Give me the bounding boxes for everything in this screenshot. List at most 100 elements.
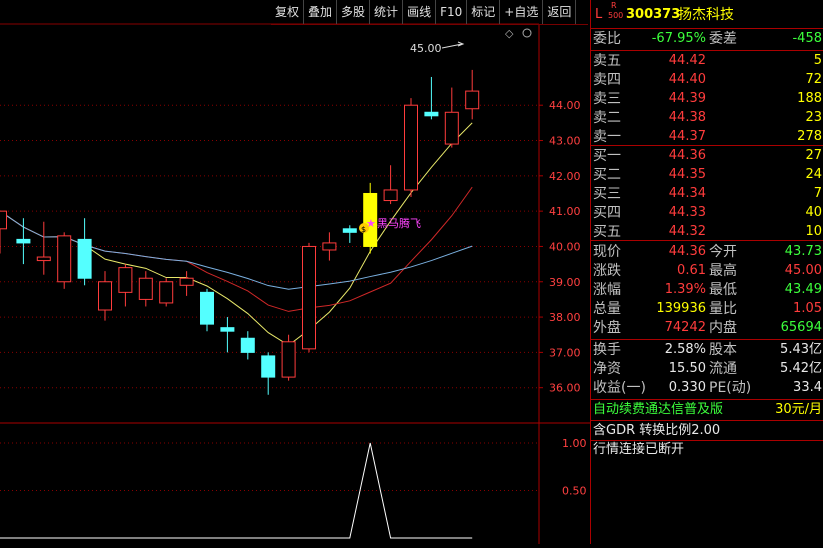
bid-row[interactable]: 买三 44.34 7 [591,185,823,203]
candle[interactable] [159,281,174,304]
bid-price: 44.36 [668,148,706,163]
status-row: 行情连接已断开 [591,441,823,459]
candle[interactable] [57,235,72,283]
stat-row: 涨幅 1.39% 最低 43.49 [591,281,823,299]
y-tick-label: 42.00 [549,170,581,183]
y-tick-label: 39.00 [549,276,581,289]
diamond-icon[interactable]: ◇ [505,27,514,40]
candle[interactable] [342,228,357,233]
bid-price: 44.35 [668,167,706,182]
mark-button[interactable]: 标记 [467,0,501,24]
candle[interactable] [322,242,337,251]
stat-value: 65694 [780,320,822,335]
candle[interactable] [424,111,439,117]
candle[interactable] [16,238,31,244]
y-tick-label: 38.00 [549,311,581,324]
stat-label: 涨幅 [593,282,621,298]
multi-stock-button[interactable]: 多股 [337,0,371,24]
overlay-button[interactable]: 叠加 [304,0,338,24]
bid-label: 买三 [593,186,621,202]
stock-header: L R 500 300373 扬杰科技 [591,1,823,27]
ask-volume: 5 [813,53,822,68]
ask-row[interactable]: 卖二 44.38 23 [591,109,823,127]
stock-name: 扬杰科技 [678,7,734,23]
candle[interactable] [261,355,276,378]
stat-value: 74242 [664,320,706,335]
f10-button[interactable]: F10 [436,0,468,24]
bid-row[interactable]: 买五 44.32 10 [591,223,823,241]
ask-label: 卖四 [593,72,621,88]
ask-volume: 188 [797,91,822,106]
ad-price[interactable]: 30元/月 [775,401,822,419]
ask-price: 44.38 [668,110,706,125]
candle[interactable] [118,267,133,293]
fin-value: 33.4 [793,380,822,395]
candle[interactable] [36,256,51,262]
sub-y-tick-label: 1.00 [562,437,587,450]
bid-row[interactable]: 买二 44.35 24 [591,166,823,184]
candle[interactable] [240,337,255,353]
weicha-value: -458 [792,31,822,46]
draw-line-button[interactable]: 画线 [403,0,437,24]
stat-value: 0.61 [677,263,706,278]
candle[interactable] [444,111,459,145]
connection-status: 行情连接已断开 [593,442,685,457]
chart-area[interactable]: 44.00 43.00 42.00 41.00 40.00 39.00 38.00 37.00… [0,0,590,544]
candle[interactable] [281,341,296,378]
stat-value: 44.36 [668,244,706,259]
stat-row: 外盘 74242 内盘 65694 [591,319,823,337]
ma5-line [0,122,473,346]
candle[interactable] [404,104,418,191]
y-tick-label: 40.00 [549,240,581,253]
stat-value: 1.39% [664,282,706,297]
fin-label: 股本 [709,342,737,358]
stat-row: 总量 139936 量比 1.05 [591,300,823,318]
ask-row[interactable]: 卖三 44.39 188 [591,90,823,108]
candle[interactable] [138,277,153,300]
candle[interactable] [0,210,7,230]
candle[interactable] [179,277,194,286]
ad-text[interactable]: 自动续费通达信普及版 [593,401,723,419]
fin-value: 15.50 [668,361,706,376]
bid-row[interactable]: 买一 44.36 27 [591,147,823,165]
stat-value: 43.49 [784,282,822,297]
quote-panel: L R 500 300373 扬杰科技 委比 -67.95% 委差 -458 卖… [590,0,823,544]
add-watchlist-button[interactable]: +自选 [500,0,544,24]
ask-price: 44.40 [668,72,706,87]
candle[interactable] [302,245,316,350]
gdr-text: 含GDR 转换比例2.00 [593,423,721,438]
ask-row[interactable]: 卖五 44.42 5 [591,52,823,70]
fin-label: 收益(一) [593,380,646,396]
ask-price: 44.37 [668,129,706,144]
stat-label: 现价 [593,244,621,260]
stat-value: 1.05 [793,301,822,316]
candle[interactable] [465,90,480,110]
fin-label: PE(动) [709,380,752,396]
ask-label: 卖三 [593,91,621,107]
candle[interactable] [220,327,235,332]
stat-label: 总量 [593,301,621,317]
market-flag: L [595,7,603,22]
restore-rights-button[interactable]: 复权 [271,0,305,24]
gdr-row: 含GDR 转换比例2.00 [591,422,823,440]
back-button[interactable]: 返回 [543,0,577,24]
ask-row[interactable]: 卖一 44.37 278 [591,128,823,146]
candle[interactable] [200,291,214,325]
candle[interactable] [98,281,112,311]
ask-row[interactable]: 卖四 44.40 72 [591,71,823,89]
ad-row[interactable]: 自动续费通达信普及版 30元/月 [591,401,823,419]
stat-value: 45.00 [784,263,822,278]
kline-chart[interactable]: 44.00 43.00 42.00 41.00 40.00 39.00 38.00 37.00… [0,0,590,544]
statistics-button[interactable]: 统计 [370,0,404,24]
candle[interactable] [77,238,92,279]
y-tick-label: 44.00 [549,99,581,112]
bid-row[interactable]: 买四 44.33 40 [591,204,823,222]
fin-row: 换手 2.58% 股本 5.43亿 [591,341,823,359]
settings-circle-icon[interactable] [522,28,532,38]
y-tick-label: 43.00 [549,135,581,148]
candle[interactable] [383,189,398,202]
bid-volume: 27 [805,148,822,163]
weicha-label: 委差 [709,31,737,47]
stat-label: 内盘 [709,320,737,336]
stat-row: 涨跌 0.61 最高 45.00 [591,262,823,280]
